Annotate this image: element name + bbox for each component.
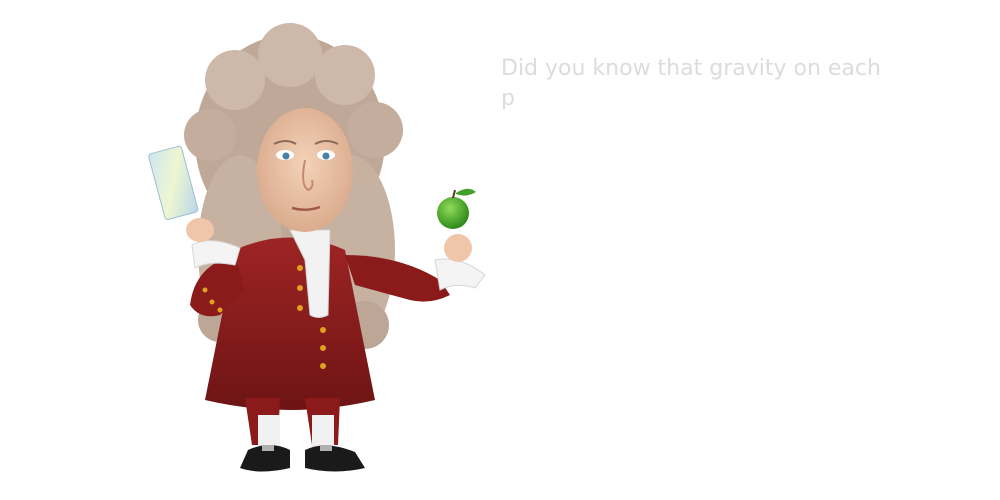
right-hand xyxy=(444,234,472,262)
paper-note xyxy=(148,145,199,220)
face xyxy=(257,108,353,232)
scientist-illustration xyxy=(140,20,500,480)
apple-icon xyxy=(437,188,476,229)
shoes xyxy=(240,445,365,472)
left-hand xyxy=(186,218,214,242)
slide-canvas: Did you know that gravity on each p xyxy=(0,0,1000,500)
fact-text: Did you know that gravity on each p xyxy=(501,56,881,111)
right-cuff xyxy=(434,258,486,291)
